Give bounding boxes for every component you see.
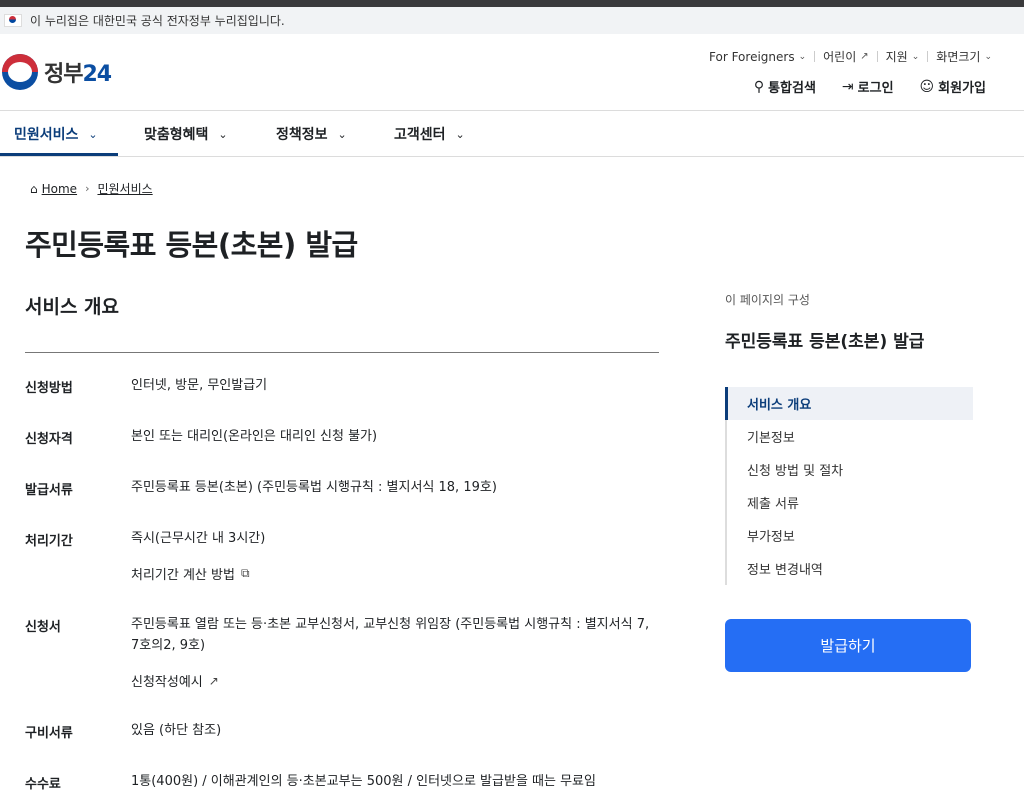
kids-link[interactable]: 어린이 ↗ [823, 48, 869, 65]
nav-tab-civil-services[interactable]: 민원서비스 ⌄ [14, 111, 98, 157]
toc-item-service-overview[interactable]: 서비스 개요 [725, 387, 973, 420]
login-button[interactable]: ⇥ 로그인 [841, 77, 894, 97]
chevron-right-icon: › [85, 182, 90, 195]
section-divider [25, 352, 659, 353]
gov-notice-bar: 이 누리집은 대한민국 공식 전자정부 누리집입니다. [0, 7, 1024, 34]
gov-notice-text[interactable]: 이 누리집은 대한민국 공식 전자정부 누리집입니다. [30, 12, 285, 29]
info-value: 1통(400원) / 이해관계인의 등·초본교부는 500원 / 인터넷으로 발… [131, 774, 596, 789]
chevron-down-icon: ⌄ [218, 127, 228, 141]
info-label: 신청서 [25, 620, 61, 635]
toc-item-change-history[interactable]: 정보 변경내역 [727, 552, 973, 585]
info-value: 있음 (하단 참조) [131, 723, 222, 738]
user-plus-icon: ☺ [919, 78, 935, 95]
screen-size-menu[interactable]: 화면크기 ⌄ [936, 48, 992, 65]
chevron-down-icon: ⌄ [911, 51, 920, 62]
info-value: 인터넷, 방문, 무인발급기 [131, 378, 268, 393]
info-value: 주민등록표 열람 또는 등·초본 교부신청서, 교부신청 위임장 (주민등록법 … [131, 617, 650, 653]
for-foreigners-menu[interactable]: For Foreigners ⌄ [709, 50, 806, 64]
table-of-contents: 서비스 개요 기본정보 신청 방법 및 절차 제출 서류 부가정보 정보 변경내… [725, 387, 973, 585]
copy-icon: ⧉ [240, 566, 250, 580]
application-example-link[interactable]: 신청작성예시 ↗ [131, 671, 219, 691]
search-button[interactable]: ⚲ 통합검색 [753, 77, 816, 97]
signup-button[interactable]: ☺ 회원가입 [919, 77, 986, 97]
toc-title: 주민등록표 등본(초본) 발급 [725, 332, 925, 352]
info-value: 주민등록표 등본(초본) (주민등록법 시행규칙 : 별지서식 18, 19호) [131, 480, 497, 495]
support-menu[interactable]: 지원 ⌄ [886, 48, 920, 65]
nav-tab-custom-benefits[interactable]: 맞춤형혜택 ⌄ [144, 111, 228, 157]
toc-caption: 이 페이지의 구성 [725, 293, 810, 307]
info-label: 처리기간 [25, 534, 73, 549]
info-label: 신청자격 [25, 432, 73, 447]
chevron-down-icon: ⌄ [337, 127, 347, 141]
info-label: 신청방법 [25, 381, 73, 396]
info-value: 즉시(근무시간 내 3시간) [131, 531, 266, 546]
gov24-logo[interactable]: 정부24 [2, 54, 112, 90]
info-value: 본인 또는 대리인(온라인은 대리인 신청 불가) [131, 429, 378, 444]
site-header: 정부24 For Foreigners ⌄ 어린이 ↗ 지원 ⌄ 화면크기 ⌄ ⚲ 통합검… [0, 34, 1024, 110]
toc-item-additional-info[interactable]: 부가정보 [727, 519, 973, 552]
chevron-down-icon: ⌄ [984, 51, 992, 62]
info-label: 구비서류 [25, 726, 73, 741]
header-actions: ⚲ 통합검색 ⇥ 로그인 ☺ 회원가입 [728, 77, 986, 97]
breadcrumb-home[interactable]: Home [42, 182, 77, 196]
utility-menu: For Foreigners ⌄ 어린이 ↗ 지원 ⌄ 화면크기 ⌄ [709, 48, 992, 65]
info-label: 발급서류 [25, 483, 73, 498]
logo-text: 정부24 [44, 62, 112, 87]
external-link-icon: ↗ [208, 673, 219, 688]
breadcrumb-current[interactable]: 민원서비스 [97, 180, 152, 197]
taegeuk-logo-icon [2, 54, 38, 90]
search-icon: ⚲ [753, 78, 765, 95]
info-label: 수수료 [25, 777, 61, 792]
chevron-down-icon: ⌄ [455, 127, 465, 141]
toc-item-procedure[interactable]: 신청 방법 및 절차 [727, 453, 973, 486]
page-title: 주민등록표 등본(초본) 발급 [25, 228, 358, 262]
home-icon: ⌂ [30, 181, 38, 196]
active-tab-underline [0, 153, 118, 156]
processing-time-calc-link[interactable]: 처리기간 계산 방법 ⧉ [131, 564, 250, 583]
toc-item-documents[interactable]: 제출 서류 [727, 486, 973, 519]
issue-button[interactable]: 발급하기 [725, 619, 971, 672]
chevron-down-icon: ⌄ [798, 51, 807, 62]
section-title: 서비스 개요 [25, 296, 120, 318]
main-nav: 민원서비스 ⌄ 맞춤형혜택 ⌄ 정책정보 ⌄ 고객센터 ⌄ [0, 110, 1024, 157]
external-link-icon: ↗ [860, 51, 869, 62]
window-top-strip [0, 0, 1024, 7]
korea-flag-icon [4, 14, 22, 27]
breadcrumb: ⌂ Home › 민원서비스 [30, 180, 153, 197]
nav-tab-policy-info[interactable]: 정책정보 ⌄ [276, 111, 347, 157]
login-icon: ⇥ [841, 78, 854, 95]
toc-item-basic-info[interactable]: 기본정보 [727, 420, 973, 453]
nav-tab-customer-center[interactable]: 고객센터 ⌄ [394, 111, 465, 157]
chevron-down-icon: ⌄ [88, 127, 98, 141]
